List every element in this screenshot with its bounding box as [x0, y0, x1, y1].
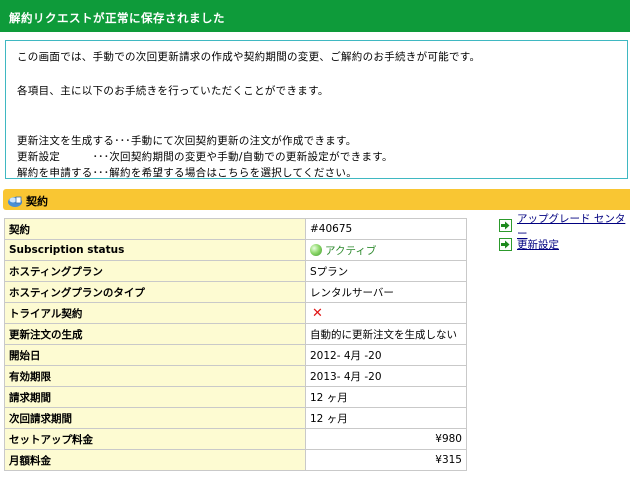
upgrade-center-label[interactable]: アップグレード センター	[517, 211, 630, 241]
table-row: 月額料金 ¥315	[4, 449, 467, 471]
row-label: 開始日	[4, 344, 306, 366]
renewal-value: 自動的に更新注文を生成しない	[305, 323, 467, 345]
row-label: 契約	[4, 218, 306, 240]
table-row: トライアル契約 ✕	[4, 302, 467, 324]
table-row: ホスティングプランのタイプ レンタルサーバー	[4, 281, 467, 303]
renewal-settings-label[interactable]: 更新設定	[517, 237, 559, 252]
green-arrow-icon	[499, 219, 512, 232]
info-line-1: この画面では、手動での次回更新請求の作成や契約期間の変更、ご解約のお手続きが可能…	[17, 51, 481, 63]
plan-type-value: レンタルサーバー	[305, 281, 467, 303]
row-label: 請求期間	[4, 386, 306, 408]
table-row: 開始日 2012- 4月 -20	[4, 344, 467, 366]
status-cell: アクティブ	[305, 239, 467, 261]
side-links: アップグレード センター 更新設定	[499, 213, 630, 255]
billing-period: 12 ヶ月	[305, 386, 467, 408]
row-label: 次回請求期間	[4, 407, 306, 429]
row-label: 月額料金	[4, 449, 306, 471]
plan-value: Sプラン	[305, 260, 467, 282]
table-row: 有効期限 2013- 4月 -20	[4, 365, 467, 387]
table-row: 請求期間 12 ヶ月	[4, 386, 467, 408]
row-label: Subscription status	[4, 239, 306, 261]
section-title: 契約	[26, 195, 48, 208]
contract-number: #40675	[305, 218, 467, 240]
table-row: 更新注文の生成 自動的に更新注文を生成しない	[4, 323, 467, 345]
success-banner-text: 解約リクエストが正常に保存されました	[9, 11, 225, 25]
setup-fee: ¥980	[305, 428, 467, 450]
info-box: この画面では、手動での次回更新請求の作成や契約期間の変更、ご解約のお手続きが可能…	[5, 40, 628, 179]
contract-details-table: 契約 #40675 Subscription status アクティブ ホスティ…	[4, 218, 467, 471]
row-label: セットアップ料金	[4, 428, 306, 450]
row-label: トライアル契約	[4, 302, 306, 324]
info-line-5: 解約を申請する･･･解約を希望する場合はこちらを選択してください。	[17, 167, 358, 179]
row-label: ホスティングプラン	[4, 260, 306, 282]
table-row: Subscription status アクティブ	[4, 239, 467, 261]
info-line-4: 更新設定 ･･･次回契約期間の変更や手動/自動での更新設定ができます。	[17, 151, 393, 163]
row-label: 更新注文の生成	[4, 323, 306, 345]
contract-icon	[7, 194, 23, 208]
start-date: 2012- 4月 -20	[305, 344, 467, 366]
next-billing-period: 12 ヶ月	[305, 407, 467, 429]
trial-cell: ✕	[305, 302, 467, 324]
table-row: ホスティングプラン Sプラン	[4, 260, 467, 282]
table-row: 契約 #40675	[4, 218, 467, 240]
row-label: 有効期限	[4, 365, 306, 387]
upgrade-center-link[interactable]: アップグレード センター	[499, 213, 630, 240]
expiry-date: 2013- 4月 -20	[305, 365, 467, 387]
red-x-icon: ✕	[312, 305, 323, 321]
green-ball-icon	[310, 243, 322, 256]
monthly-fee: ¥315	[305, 449, 467, 471]
table-row: セットアップ料金 ¥980	[4, 428, 467, 450]
success-banner: 解約リクエストが正常に保存されました	[0, 0, 630, 32]
contract-section-header: 契約	[3, 189, 630, 210]
info-line-2: 各項目、主に以下のお手続きを行っていただくことができます。	[17, 85, 329, 97]
info-line-3: 更新注文を生成する･･･手動にて次回契約更新の注文が作成できます。	[17, 135, 357, 147]
row-label: ホスティングプランのタイプ	[4, 281, 306, 303]
table-row: 次回請求期間 12 ヶ月	[4, 407, 467, 429]
status-value: アクティブ	[325, 244, 377, 257]
green-arrow-icon	[499, 238, 512, 251]
